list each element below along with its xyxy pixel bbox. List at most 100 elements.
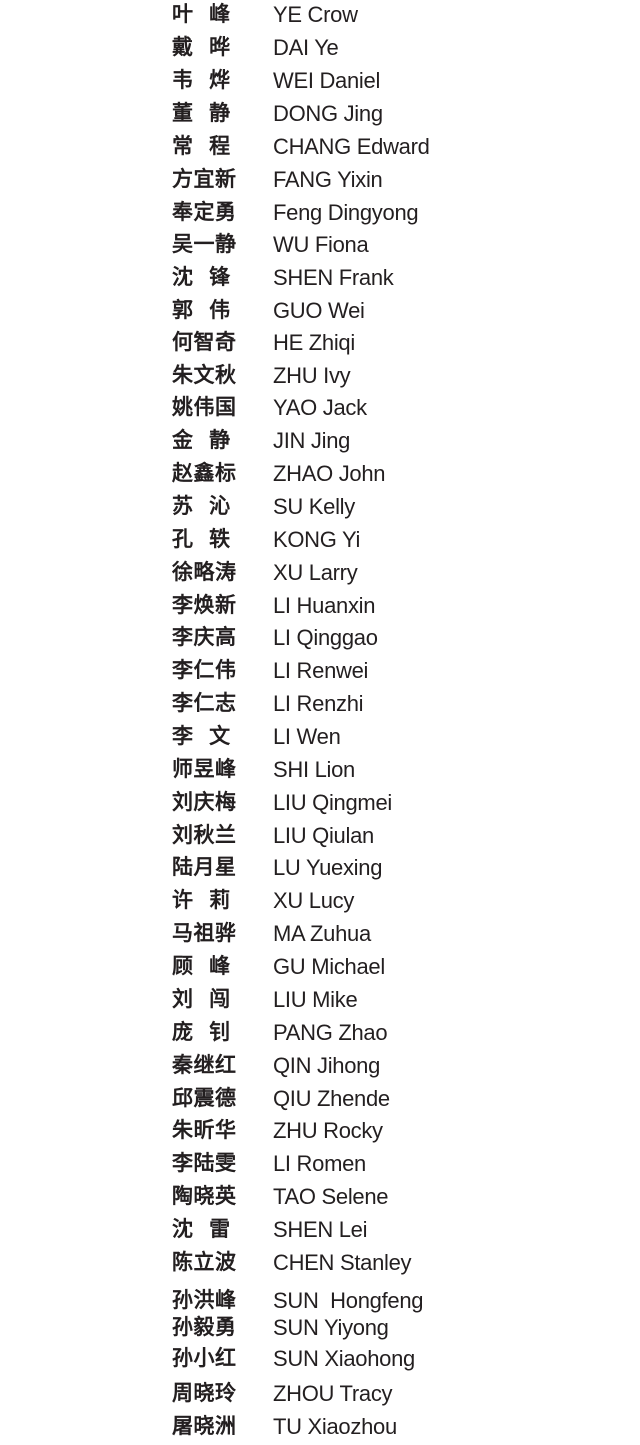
name-row: 周晓玲 ZHOU Tracy — [172, 1379, 472, 1412]
chinese-name: 许 莉 — [172, 888, 231, 912]
name-row: 许 莉 XU Lucy — [172, 886, 472, 919]
english-name: ZHU Rocky — [273, 1118, 383, 1143]
chinese-name: 刘秋兰 — [172, 823, 237, 847]
chinese-name: 周晓玲 — [172, 1381, 237, 1405]
english-name: LIU Qiulan — [273, 823, 374, 848]
chinese-name: 常 程 — [172, 134, 231, 158]
english-name: PANG Zhao — [273, 1020, 388, 1045]
english-name: JIN Jing — [273, 428, 351, 453]
name-row: 赵鑫标 ZHAO John — [172, 459, 472, 492]
english-name: LIU Qingmei — [273, 790, 392, 815]
chinese-name: 陆月星 — [172, 855, 237, 879]
english-name: DONG Jing — [273, 101, 383, 126]
chinese-name: 何智奇 — [172, 330, 237, 354]
chinese-name: 徐略涛 — [172, 560, 237, 584]
name-row: 刘秋兰 LIU Qiulan — [172, 821, 472, 854]
english-name: SHEN Lei — [273, 1217, 368, 1242]
chinese-name: 沈 锋 — [172, 265, 231, 289]
english-name: LI Romen — [273, 1151, 366, 1176]
english-name: WEI Daniel — [273, 68, 381, 93]
chinese-name: 马祖骅 — [172, 921, 237, 945]
name-row: 金 静 JIN Jing — [172, 426, 472, 459]
english-name: MA Zuhua — [273, 921, 371, 946]
name-row: 沈 雷 SHEN Lei — [172, 1215, 472, 1248]
english-name: Feng Dingyong — [273, 200, 419, 225]
name-row: 徐略涛 XU Larry — [172, 558, 472, 591]
chinese-name: 李仁伟 — [172, 658, 237, 682]
name-row: 叶 峰 YE Crow — [172, 0, 472, 33]
name-row: 吴一静 WU Fiona — [172, 230, 472, 263]
chinese-name: 孙洪峰 — [172, 1288, 237, 1312]
english-name: SHI Lion — [273, 757, 355, 782]
chinese-name: 李仁志 — [172, 691, 237, 715]
chinese-name: 顾 峰 — [172, 954, 231, 978]
name-row: 庞 钊 PANG Zhao — [172, 1018, 472, 1051]
chinese-name: 姚伟国 — [172, 395, 237, 419]
english-name: FANG Yixin — [273, 167, 383, 192]
english-name: LU Yuexing — [273, 855, 383, 880]
name-row: 陶晓英 TAO Selene — [172, 1182, 472, 1215]
english-name: DAI Ye — [273, 35, 339, 60]
name-row: 屠晓洲 TU Xiaozhou — [172, 1412, 472, 1445]
chinese-name: 李 文 — [172, 724, 231, 748]
english-name: WU Fiona — [273, 232, 369, 257]
english-name: YE Crow — [273, 2, 358, 27]
english-name: KONG Yi — [273, 527, 361, 552]
name-row: 师昱峰 SHI Lion — [172, 755, 472, 788]
chinese-name: 秦继红 — [172, 1053, 237, 1077]
english-name: QIN Jihong — [273, 1053, 381, 1078]
english-name: CHANG Edward — [273, 134, 430, 159]
name-row: 秦继红 QIN Jihong — [172, 1051, 472, 1084]
english-name: GU Michael — [273, 954, 385, 979]
english-name: ZHOU Tracy — [273, 1381, 393, 1406]
chinese-name: 吴一静 — [172, 232, 237, 256]
english-name: HE Zhiqi — [273, 330, 355, 355]
chinese-name: 沈 雷 — [172, 1217, 231, 1241]
name-row: 顾 峰 GU Michael — [172, 952, 472, 985]
chinese-name: 朱昕华 — [172, 1118, 237, 1142]
english-name: LI Huanxin — [273, 593, 376, 618]
name-row: 奉定勇 Feng Dingyong — [172, 198, 472, 231]
english-name: YAO Jack — [273, 395, 367, 420]
chinese-name: 赵鑫标 — [172, 461, 237, 485]
english-name: XU Larry — [273, 560, 358, 585]
name-row: 邱震德 QIU Zhende — [172, 1084, 472, 1117]
chinese-name: 刘 闯 — [172, 987, 231, 1011]
chinese-name: 孙毅勇 — [172, 1315, 237, 1339]
chinese-name: 李焕新 — [172, 593, 237, 617]
name-row: 朱文秋 ZHU Ivy — [172, 361, 472, 394]
name-row: 陆月星 LU Yuexing — [172, 853, 472, 886]
name-row: 沈 锋 SHEN Frank — [172, 263, 472, 296]
chinese-name: 屠晓洲 — [172, 1414, 237, 1438]
name-row: 戴 晔 DAI Ye — [172, 33, 472, 66]
chinese-name: 李陆雯 — [172, 1151, 237, 1175]
name-row: 朱昕华 ZHU Rocky — [172, 1116, 472, 1149]
english-name: GUO Wei — [273, 298, 365, 323]
english-name: SUN Yiyong — [273, 1315, 389, 1340]
name-row: 孙毅勇 SUN Yiyong — [172, 1313, 472, 1346]
chinese-name: 李庆高 — [172, 625, 237, 649]
chinese-name: 朱文秋 — [172, 363, 237, 387]
english-name: LI Qinggao — [273, 625, 378, 650]
chinese-name: 邱震德 — [172, 1086, 237, 1110]
name-row: 姚伟国 YAO Jack — [172, 393, 472, 426]
name-row: 董 静 DONG Jing — [172, 99, 472, 132]
english-name: SU Kelly — [273, 494, 355, 519]
chinese-name: 金 静 — [172, 428, 231, 452]
chinese-name: 叶 峰 — [172, 2, 231, 26]
chinese-name: 师昱峰 — [172, 757, 237, 781]
english-name: XU Lucy — [273, 888, 355, 913]
chinese-name: 戴 晔 — [172, 35, 231, 59]
chinese-name: 陈立波 — [172, 1250, 237, 1274]
english-name: LI Renwei — [273, 658, 369, 683]
name-row: 马祖骅 MA Zuhua — [172, 919, 472, 952]
chinese-name: 孙小红 — [172, 1346, 237, 1370]
name-row: 陈立波 CHEN Stanley — [172, 1248, 472, 1281]
english-name: LI Wen — [273, 724, 341, 749]
chinese-name: 董 静 — [172, 101, 231, 125]
chinese-name: 苏 沁 — [172, 494, 231, 518]
english-name: ZHAO John — [273, 461, 386, 486]
chinese-name: 韦 烨 — [172, 68, 231, 92]
name-row: 刘 闯 LIU Mike — [172, 985, 472, 1018]
chinese-name: 庞 钊 — [172, 1020, 231, 1044]
